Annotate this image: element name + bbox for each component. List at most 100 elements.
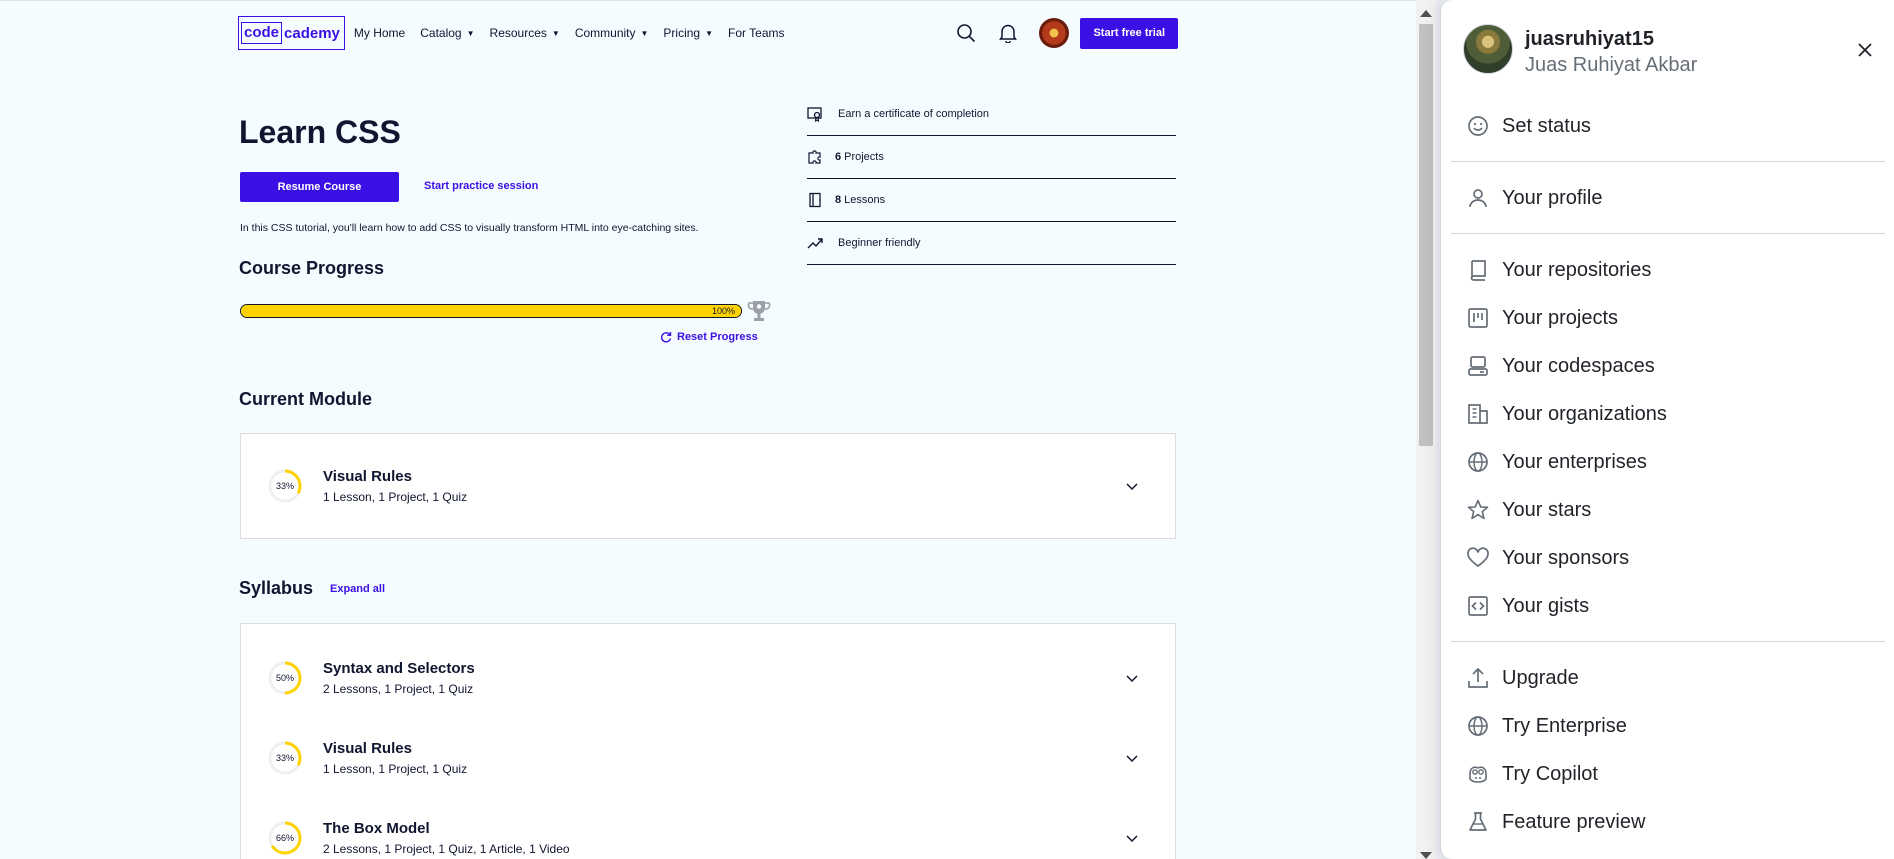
menu-divider bbox=[1451, 641, 1885, 642]
menu-item-set-status[interactable]: Set status bbox=[1451, 102, 1885, 150]
caret-down-icon: ▼ bbox=[640, 28, 649, 38]
module-progress-label: 33% bbox=[275, 753, 294, 763]
book-icon bbox=[807, 192, 823, 208]
close-icon[interactable] bbox=[1855, 40, 1875, 60]
reset-progress-label: Reset Progress bbox=[677, 331, 758, 343]
syllabus-module-row[interactable]: 33% Visual Rules 1 Lesson, 1 Project, 1 … bbox=[241, 718, 1175, 798]
menu-item-label: Try Copilot bbox=[1502, 762, 1598, 785]
menu-item-feature-preview[interactable]: Feature preview bbox=[1451, 798, 1885, 846]
current-module-heading: Current Module bbox=[239, 389, 372, 409]
module-progress-label: 66% bbox=[275, 833, 294, 843]
menu-item-label: Your stars bbox=[1502, 498, 1592, 521]
expand-all-link[interactable]: Expand all bbox=[330, 583, 385, 595]
menu-item-label: Set status bbox=[1502, 114, 1591, 137]
course-features-list: Earn a certificate of completion 6 Projec… bbox=[807, 93, 1176, 265]
chevron-down-icon[interactable] bbox=[1125, 751, 1139, 765]
scroll-up-arrow-icon[interactable] bbox=[1420, 10, 1432, 17]
menu-item-your-projects[interactable]: Your projects bbox=[1451, 294, 1885, 342]
scrollbar-thumb[interactable] bbox=[1419, 24, 1433, 446]
beaker-icon bbox=[1466, 810, 1490, 834]
menu-item-try-copilot[interactable]: Try Copilot bbox=[1451, 750, 1885, 798]
feature-beginner: Beginner friendly bbox=[807, 222, 1176, 265]
module-text: Visual Rules 1 Lesson, 1 Project, 1 Quiz bbox=[323, 740, 467, 776]
certificate-icon bbox=[807, 106, 823, 122]
menu-item-your-repositories[interactable]: Your repositories bbox=[1451, 246, 1885, 294]
nav-catalog-label: Catalog bbox=[420, 26, 462, 40]
module-progress-label: 33% bbox=[275, 481, 294, 491]
codecademy-logo[interactable]: code cademy bbox=[238, 16, 345, 50]
feature-lessons: 8 Lessons bbox=[807, 179, 1176, 222]
menu-item-your-enterprises[interactable]: Your enterprises bbox=[1451, 438, 1885, 486]
nav-pricing[interactable]: Pricing ▼ bbox=[663, 26, 713, 40]
start-practice-session-link[interactable]: Start practice session bbox=[424, 180, 538, 192]
module-title: Visual Rules bbox=[323, 468, 412, 485]
menu-item-label: Your enterprises bbox=[1502, 450, 1647, 473]
chevron-down-icon[interactable] bbox=[1125, 671, 1139, 685]
menu-item-label: Feature preview bbox=[1502, 810, 1646, 833]
trend-up-icon bbox=[807, 235, 823, 251]
menu-divider bbox=[1451, 233, 1885, 234]
menu-item-your-codespaces[interactable]: Your codespaces bbox=[1451, 342, 1885, 390]
course-progress-heading: Course Progress bbox=[239, 258, 385, 278]
module-subtitle: 1 Lesson, 1 Project, 1 Quiz bbox=[323, 490, 468, 504]
user-menu-avatar[interactable] bbox=[1463, 24, 1513, 74]
menu-item-try-enterprise[interactable]: Try Enterprise bbox=[1451, 702, 1885, 750]
menu-item-your-gists[interactable]: Your gists bbox=[1451, 582, 1885, 630]
user-full-name: Juas Ruhiyat Akbar bbox=[1525, 54, 1698, 76]
search-icon[interactable] bbox=[955, 22, 977, 44]
chevron-down-icon[interactable] bbox=[1125, 831, 1139, 845]
current-module-row[interactable]: 33% Visual Rules 1 Lesson, 1 Project, 1 … bbox=[241, 434, 1175, 538]
upload-icon bbox=[1466, 666, 1490, 690]
menu-item-your-stars[interactable]: Your stars bbox=[1451, 486, 1885, 534]
module-title: The Box Model bbox=[323, 820, 430, 837]
person-icon bbox=[1466, 186, 1490, 210]
module-subtitle: 2 Lessons, 1 Project, 1 Quiz, 1 Article,… bbox=[323, 842, 570, 856]
chevron-down-icon[interactable] bbox=[1125, 479, 1139, 493]
nav-community[interactable]: Community ▼ bbox=[575, 26, 649, 40]
resume-course-button[interactable]: Resume Course bbox=[240, 172, 399, 202]
logo-code-text: code bbox=[241, 22, 283, 44]
nav-my-home[interactable]: My Home bbox=[354, 26, 405, 40]
nav-for-teams[interactable]: For Teams bbox=[728, 26, 784, 40]
course-progress-bar: 100% bbox=[240, 304, 742, 318]
menu-item-label: Your sponsors bbox=[1502, 546, 1630, 569]
nav-actions: Start free trial bbox=[935, 17, 1178, 49]
course-description: In this CSS tutorial, you'll learn how t… bbox=[240, 222, 699, 234]
menu-item-your-organizations[interactable]: Your organizations bbox=[1451, 390, 1885, 438]
nav-catalog[interactable]: Catalog ▼ bbox=[420, 26, 474, 40]
menu-item-label: Your repositories bbox=[1502, 258, 1652, 281]
course-title: Learn CSS bbox=[239, 114, 401, 150]
codespaces-icon bbox=[1466, 354, 1490, 378]
caret-down-icon: ▼ bbox=[551, 28, 560, 38]
menu-item-label: Your gists bbox=[1502, 594, 1590, 617]
bell-icon[interactable] bbox=[997, 22, 1019, 44]
syllabus-heading: Syllabus bbox=[239, 578, 314, 598]
menu-item-your-profile[interactable]: Your profile bbox=[1451, 174, 1885, 222]
scroll-down-arrow-icon[interactable] bbox=[1420, 852, 1432, 859]
feature-lessons-count: 8 bbox=[835, 194, 842, 206]
current-module-card: 33% Visual Rules 1 Lesson, 1 Project, 1 … bbox=[240, 433, 1176, 539]
user-menu-panel: juasruhiyat15 Juas Ruhiyat Akbar Set sta… bbox=[1440, 0, 1894, 859]
syllabus-module-row[interactable]: 50% Syntax and Selectors 2 Lessons, 1 Pr… bbox=[241, 638, 1175, 718]
menu-item-label: Your codespaces bbox=[1502, 354, 1655, 377]
menu-item-your-sponsors[interactable]: Your sponsors bbox=[1451, 534, 1885, 582]
feature-projects: 6 Projects bbox=[807, 136, 1176, 179]
organization-icon bbox=[1466, 402, 1490, 426]
menu-divider bbox=[1451, 161, 1885, 162]
start-free-trial-button[interactable]: Start free trial bbox=[1080, 17, 1178, 49]
user-avatar[interactable] bbox=[1039, 18, 1070, 48]
reset-progress-link[interactable]: Reset Progress bbox=[660, 331, 758, 343]
menu-item-upgrade[interactable]: Upgrade bbox=[1451, 654, 1885, 702]
module-subtitle: 2 Lessons, 1 Project, 1 Quiz bbox=[323, 682, 474, 696]
page-scrollbar[interactable] bbox=[1416, 0, 1436, 859]
syllabus-module-row[interactable]: 66% The Box Model 2 Lessons, 1 Project, … bbox=[241, 798, 1175, 859]
repo-icon bbox=[1466, 258, 1490, 282]
nav-my-home-label: My Home bbox=[353, 26, 406, 40]
syllabus-card: 50% Syntax and Selectors 2 Lessons, 1 Pr… bbox=[240, 623, 1176, 859]
course-progress-label: 100% bbox=[711, 306, 735, 316]
nav-resources[interactable]: Resources ▼ bbox=[490, 26, 560, 40]
logo-cademy-text: cademy bbox=[284, 24, 340, 42]
heart-icon bbox=[1466, 546, 1490, 570]
course-progress-fill bbox=[241, 305, 741, 317]
feature-lessons-text: Lessons bbox=[844, 194, 886, 206]
